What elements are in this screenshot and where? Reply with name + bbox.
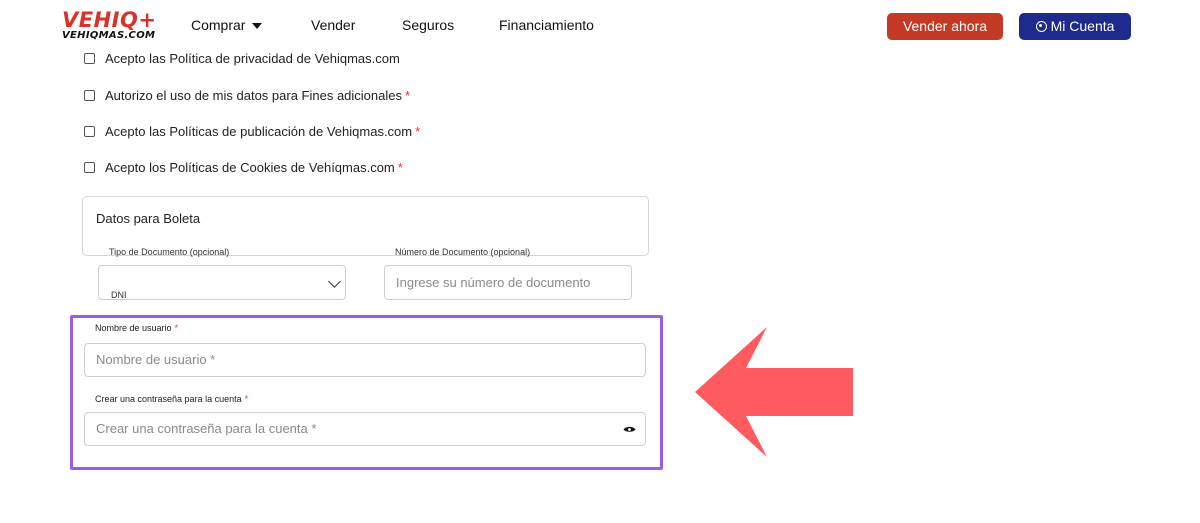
consent-cookies-row[interactable]: Acepto los Políticas de Cookies de Vehíq… — [84, 160, 403, 175]
chevron-down-icon — [328, 275, 341, 288]
password-label-text: Crear una contraseña para la cuenta — [95, 394, 242, 404]
vehiqmas-logo[interactable]: VEHIQ+ VEHIQMAS.COM — [62, 9, 172, 43]
consent-privacy-label: Acepto las Política de privacidad de Veh… — [105, 51, 400, 66]
username-input[interactable]: Nombre de usuario * — [84, 343, 646, 377]
username-label-text: Nombre de usuario — [95, 323, 172, 333]
doc-type-label: Tipo de Documento (opcional) — [109, 247, 230, 257]
consent-privacy-checkbox[interactable] — [84, 53, 95, 64]
required-mark: * — [405, 88, 411, 103]
logo-domain: VEHIQMAS.COM — [62, 30, 156, 41]
doc-type-value: DNI — [111, 290, 127, 300]
caret-down-icon — [252, 23, 263, 30]
nav-comprar[interactable]: Comprar — [191, 17, 263, 33]
account-credentials-highlight — [70, 315, 663, 470]
consent-privacy-row[interactable]: Acepto las Política de privacidad de Veh… — [84, 51, 400, 66]
user-circle-icon — [1035, 21, 1047, 32]
boleta-title: Datos para Boleta — [96, 211, 201, 226]
site-header: VEHIQ+ VEHIQMAS.COM Comprar Vender Segur… — [0, 0, 1200, 50]
consent-publication-label: Acepto las Políticas de publicación de V… — [105, 124, 413, 139]
required-mark: * — [244, 394, 249, 404]
consent-additional-checkbox[interactable] — [84, 90, 95, 101]
my-account-label: Mi Cuenta — [1050, 18, 1115, 34]
required-mark: * — [174, 323, 179, 333]
doc-number-label: Número de Documento (opcional) — [395, 247, 531, 257]
arrow-left-icon — [695, 327, 853, 457]
consent-additional-row[interactable]: Autorizo el uso de mis datos para Fines … — [84, 88, 410, 103]
nav-seguros[interactable]: Seguros — [402, 17, 454, 33]
consent-publication-checkbox[interactable] — [84, 126, 95, 137]
consent-cookies-label: Acepto los Políticas de Cookies de Vehíq… — [105, 160, 395, 175]
nav-vender[interactable]: Vender — [311, 17, 355, 33]
username-label: Nombre de usuario * — [95, 323, 178, 333]
doc-type-select[interactable]: DNI — [98, 265, 346, 300]
my-account-button[interactable]: Mi Cuenta — [1019, 13, 1131, 40]
consent-additional-label: Autorizo el uso de mis datos para Fines … — [105, 88, 402, 103]
logo-wordmark: VEHIQ+ — [62, 8, 157, 32]
required-mark: * — [397, 160, 403, 175]
password-input[interactable]: Crear una contraseña para la cuenta * — [84, 412, 646, 446]
nav-financiamiento[interactable]: Financiamiento — [499, 17, 594, 33]
consent-cookies-checkbox[interactable] — [84, 162, 95, 173]
doc-number-input[interactable]: Ingrese su número de documento — [384, 265, 632, 300]
eye-icon[interactable] — [623, 426, 636, 433]
password-label: Crear una contraseña para la cuenta * — [95, 394, 248, 404]
nav-comprar-label: Comprar — [191, 17, 246, 33]
required-mark: * — [415, 124, 421, 139]
consent-publication-row[interactable]: Acepto las Políticas de publicación de V… — [84, 124, 420, 139]
sell-now-button[interactable]: Vender ahora — [887, 13, 1003, 40]
password-placeholder: Crear una contraseña para la cuenta * — [96, 421, 317, 436]
